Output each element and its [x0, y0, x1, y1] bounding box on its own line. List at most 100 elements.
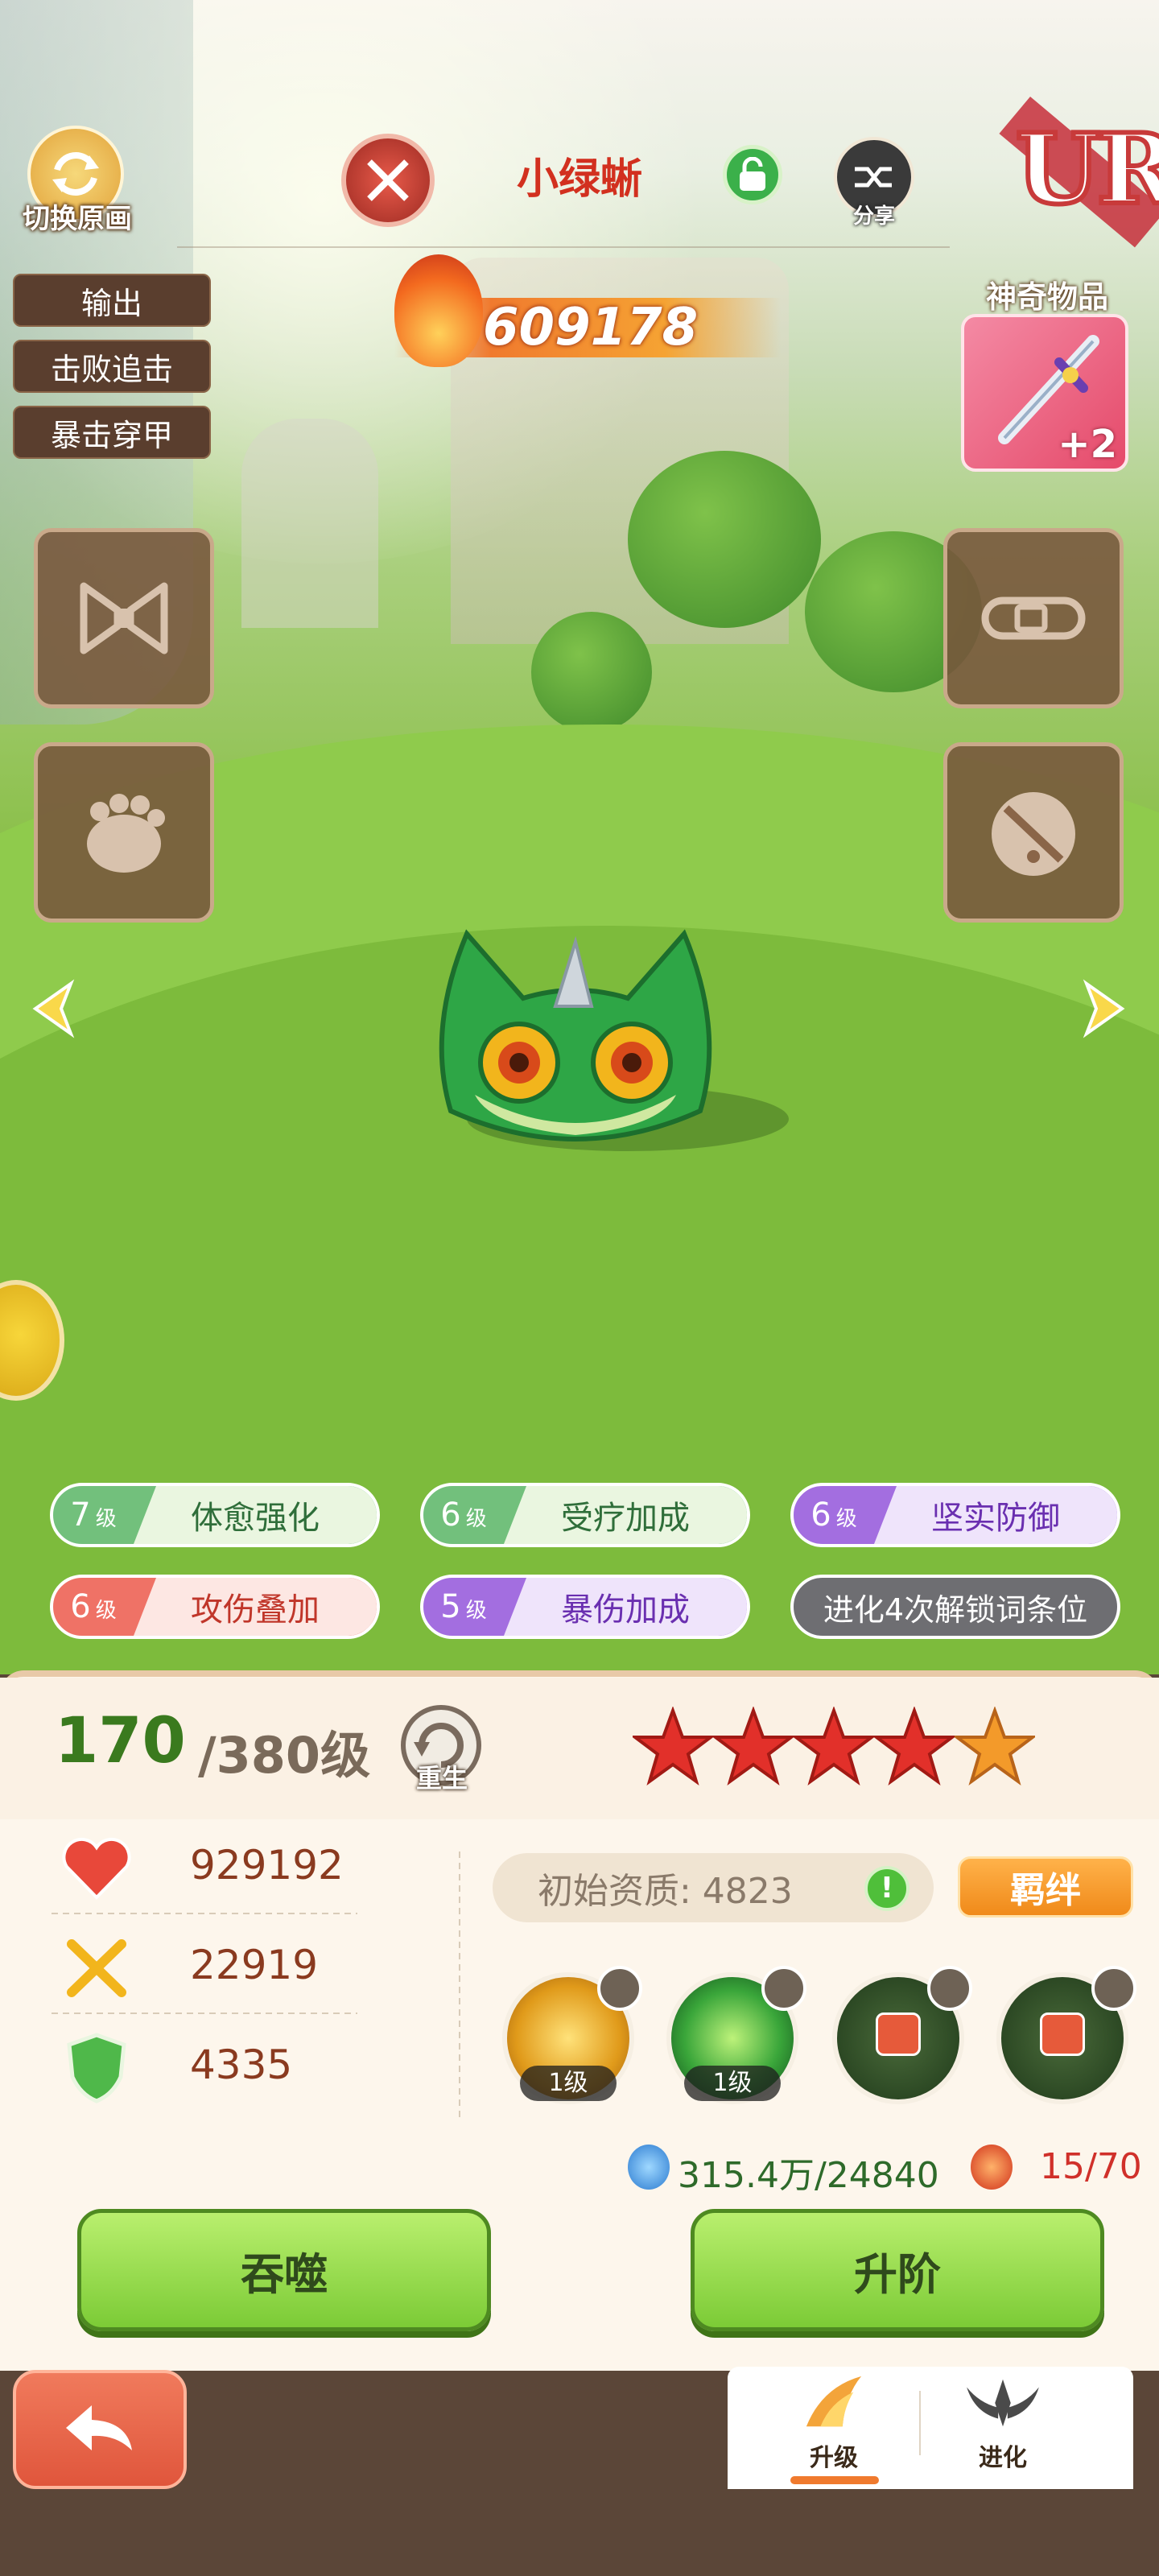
trait-chip[interactable]: 5级 暴伤加成 — [420, 1575, 750, 1639]
lock-icon — [1040, 2013, 1085, 2056]
back-button[interactable] — [13, 2370, 187, 2489]
role-tag-pursuit: 击败追击 — [13, 340, 211, 393]
star-icon — [713, 1707, 794, 1786]
active-tab-indicator — [790, 2476, 879, 2484]
potion-icon — [628, 2145, 670, 2190]
trait-level: 7级 — [53, 1496, 134, 1534]
fragment-count: 15/70 — [1040, 2146, 1142, 2187]
max-level: /380级 — [198, 1726, 371, 1785]
ascend-label: 升阶 — [854, 2248, 941, 2300]
trait-level-number: 5 — [440, 1588, 461, 1625]
heart-icon — [58, 1832, 135, 1905]
trait-level-unit: 级 — [95, 1507, 117, 1531]
devour-button[interactable]: 吞噬 — [77, 2209, 491, 2331]
trait-name: 体愈强化 — [134, 1486, 377, 1544]
bond-label: 羁绊 — [1010, 1870, 1081, 1911]
skill-level-tag: 1级 — [520, 2066, 617, 2101]
flame-icon — [394, 254, 483, 367]
star-icon — [633, 1707, 713, 1786]
trait-level-number: 6 — [440, 1496, 461, 1534]
skill-type-icon — [927, 1966, 972, 2011]
stat-separator — [52, 2013, 357, 2014]
trait-level: 6级 — [53, 1588, 134, 1625]
header-divider — [177, 246, 950, 248]
shield-icon — [58, 2032, 135, 2104]
artifact-enhance-level: +2 — [1058, 422, 1117, 467]
arrow-right-icon — [1083, 979, 1125, 1038]
previous-pet-arrow[interactable] — [21, 974, 90, 1043]
trait-chip[interactable]: 6级 攻伤叠加 — [50, 1575, 380, 1639]
tab-upgrade[interactable]: 升级 — [737, 2372, 930, 2484]
defense-value: 4335 — [190, 2041, 293, 2088]
swap-icon — [52, 152, 99, 196]
tree — [531, 612, 652, 733]
skill-type-icon — [597, 1966, 642, 2011]
trait-name: 受疗加成 — [504, 1486, 747, 1544]
switch-artwork-label: 切换原画 — [23, 203, 132, 235]
equip-slot-bow[interactable] — [34, 528, 214, 708]
equip-slot-claw[interactable] — [34, 742, 214, 923]
collar-icon — [981, 597, 1086, 640]
trait-level-number: 7 — [70, 1496, 91, 1534]
equip-slot-collar[interactable] — [943, 528, 1124, 708]
lock-icon — [876, 2013, 921, 2056]
share-label: 分享 — [852, 204, 895, 229]
upgrade-wing-icon — [806, 2376, 862, 2427]
skill-level-tag: 1级 — [684, 2066, 781, 2101]
bond-button[interactable]: 羁绊 — [958, 1856, 1133, 1918]
trait-locked-slot[interactable]: 进化4次解锁词条位 — [790, 1575, 1120, 1639]
info-icon[interactable]: ! — [864, 1866, 909, 1911]
potion-count: 315.4万/24840 — [678, 2155, 939, 2196]
artifact-label: 神奇物品 — [985, 279, 1108, 315]
pet-name: 小绿蜥 — [516, 155, 642, 204]
combat-power-value: 609178 — [483, 298, 699, 357]
ascend-button[interactable]: 升阶 — [691, 2209, 1104, 2331]
trait-name: 坚实防御 — [874, 1486, 1117, 1544]
hp-value: 929192 — [190, 1842, 344, 1889]
rebirth-label: 重生 — [415, 1763, 468, 1794]
rarity-badge: UR — [1013, 110, 1159, 229]
star-icon — [874, 1707, 955, 1786]
trait-name: 攻伤叠加 — [134, 1578, 377, 1636]
bow-icon — [80, 582, 168, 654]
trait-level: 6级 — [794, 1496, 874, 1534]
back-arrow-icon — [66, 2405, 132, 2450]
current-level: 170 — [55, 1705, 186, 1777]
castle-ruin — [241, 419, 378, 628]
star-icon — [794, 1707, 874, 1786]
trait-level-unit: 级 — [465, 1599, 487, 1623]
attack-value: 22919 — [190, 1942, 319, 1988]
fragment-icon — [971, 2145, 1013, 2190]
equip-slot-bell[interactable] — [943, 742, 1124, 923]
trait-level-number: 6 — [810, 1496, 831, 1534]
trait-chip[interactable]: 7级 体愈强化 — [50, 1483, 380, 1547]
skill-type-icon — [761, 1966, 806, 2011]
trait-level-unit: 级 — [95, 1599, 117, 1623]
bell-icon — [992, 792, 1075, 876]
stat-separator — [52, 1913, 357, 1914]
evolve-wings-icon — [967, 2379, 1039, 2427]
padlock-icon — [740, 157, 765, 191]
paw-glove-icon — [87, 794, 165, 873]
tab-evolve[interactable]: 进化 — [906, 2372, 1099, 2484]
trait-level: 5级 — [423, 1588, 504, 1625]
role-tag-output: 输出 — [13, 274, 211, 327]
star-icon — [955, 1707, 1035, 1786]
tree — [628, 451, 821, 628]
crossed-swords-badge-icon — [341, 134, 435, 227]
trait-chip[interactable]: 6级 受疗加成 — [420, 1483, 750, 1547]
devour-label: 吞噬 — [241, 2248, 328, 2300]
trait-level-unit: 级 — [835, 1507, 857, 1531]
trait-level-number: 6 — [70, 1588, 91, 1625]
arrow-left-icon — [32, 979, 75, 1038]
share-icon — [855, 167, 892, 188]
next-pet-arrow[interactable] — [1067, 974, 1136, 1043]
trait-level-unit: 级 — [465, 1507, 487, 1531]
tab-evolve-label: 进化 — [979, 2444, 1027, 2472]
role-tag-crit-pierce: 暴击穿甲 — [13, 406, 211, 459]
trait-chip[interactable]: 6级 坚实防御 — [790, 1483, 1120, 1547]
artifact-slot[interactable]: +2 — [961, 314, 1128, 472]
skill-type-icon — [1091, 1966, 1136, 2011]
trait-name: 暴伤加成 — [504, 1578, 747, 1636]
lock-toggle-button[interactable] — [723, 145, 782, 204]
